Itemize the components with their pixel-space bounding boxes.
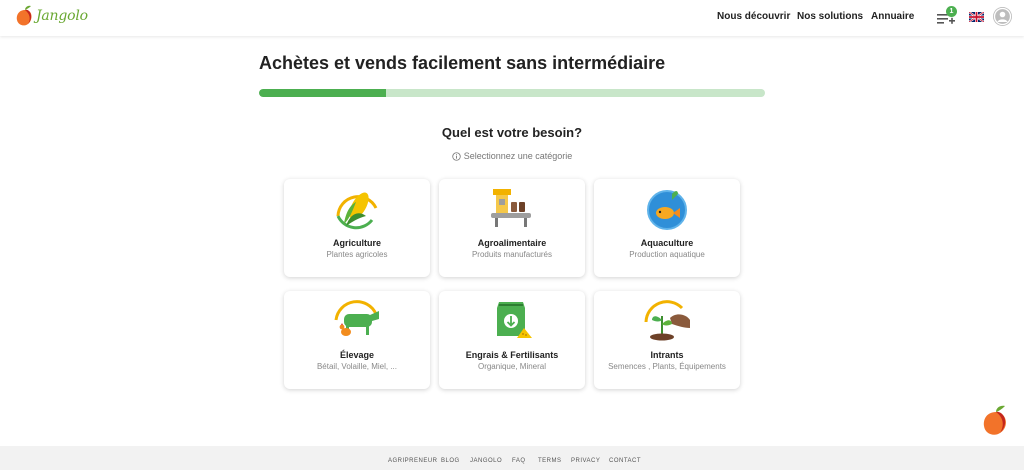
fertilizer-bag-icon [497, 302, 532, 338]
corn-icon [336, 192, 378, 230]
logo-text: Jangolo [36, 8, 88, 24]
progress-bar [259, 89, 765, 97]
category-card-engrais-fertilisants[interactable]: Engrais & Fertilisants Organique, Minera… [439, 291, 585, 389]
category-subtitle: Semences , Plants, Équipements [608, 362, 726, 371]
nav-nos-solutions[interactable]: Nos solutions [797, 11, 863, 22]
category-subtitle: Produits manufacturés [471, 250, 553, 259]
category-title: Intrants [650, 350, 684, 360]
category-subtitle: Production aquatique [629, 250, 705, 259]
category-title: Engrais & Fertilisants [465, 350, 559, 360]
question-heading: Quel est votre besoin? [441, 125, 583, 140]
notification-badge: 1 [946, 6, 957, 17]
footer-link-jangolo[interactable]: JANGOLO [470, 458, 502, 464]
page-title: Achètes et vends facilement sans intermé… [259, 53, 666, 73]
top-navbar: Jangolo Nous découvrir Nos solutions Ann… [0, 0, 1024, 36]
fish-icon [647, 190, 687, 230]
jangolo-logo[interactable]: Jangolo [16, 5, 88, 27]
category-card-elevage[interactable]: Élevage Bétail, Volaille, Miel, ... [284, 291, 430, 389]
footer-link-faq[interactable]: FAQ [512, 458, 526, 464]
category-card-agriculture[interactable]: Agriculture Plantes agricoles [284, 179, 430, 277]
uk-flag-icon[interactable] [969, 12, 984, 22]
category-title: Agriculture [332, 238, 381, 248]
category-card-agroalimentaire[interactable]: Agroalimentaire Produits manufacturés [439, 179, 585, 277]
hint-row: Selectionnez une catégorie [0, 151, 1024, 161]
category-title: Agroalimentaire [477, 238, 547, 248]
info-icon [452, 151, 461, 161]
category-subtitle: Organique, Mineral [477, 362, 547, 371]
category-title: Élevage [339, 350, 375, 360]
footer-link-contact[interactable]: CONTACT [609, 458, 641, 464]
category-subtitle: Plantes agricoles [326, 250, 388, 259]
category-card-aquaculture[interactable]: Aquaculture Production aquatique [594, 179, 740, 277]
footer: AGRIPRENEUR BLOG JANGOLO FAQ TERMS PRIVA… [0, 446, 1024, 470]
nav-nous-decouvrir[interactable]: Nous découvrir [717, 11, 790, 22]
footer-link-privacy[interactable]: PRIVACY [571, 458, 600, 464]
category-subtitle: Bétail, Volaille, Miel, ... [316, 362, 398, 371]
hint-text: Selectionnez une catégorie [463, 151, 573, 161]
factory-conveyor-icon [491, 189, 531, 227]
user-avatar-icon[interactable] [993, 7, 1012, 26]
mango-logo-icon [16, 5, 32, 26]
progress-fill [259, 89, 386, 97]
cow-chicken-icon [334, 300, 379, 336]
nav-annuaire[interactable]: Annuaire [871, 11, 914, 22]
footer-link-terms[interactable]: TERMS [538, 458, 562, 464]
seedling-hand-icon [644, 300, 690, 341]
footer-link-blog[interactable]: BLOG [441, 458, 460, 464]
footer-link-agripreneur[interactable]: AGRIPRENEUR [388, 458, 438, 464]
category-card-intrants[interactable]: Intrants Semences , Plants, Équipements [594, 291, 740, 389]
mango-chat-icon[interactable] [981, 405, 1011, 437]
category-title: Aquaculture [640, 238, 694, 248]
